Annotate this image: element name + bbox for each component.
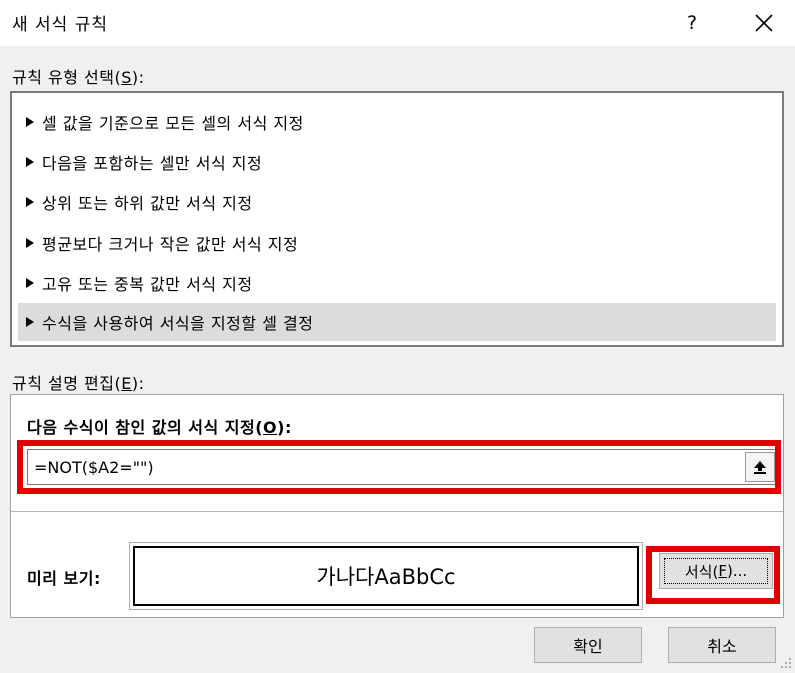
rule-type-label: 규칙 유형 선택(S): <box>12 68 145 87</box>
rule-type-item[interactable]: 다음을 포함하는 셀만 서식 지정 <box>18 143 776 181</box>
help-icon: ? <box>686 12 698 34</box>
rule-type-item[interactable]: 평균보다 크거나 작은 값만 서식 지정 <box>18 224 776 262</box>
triangle-right-icon <box>26 157 34 167</box>
triangle-right-icon <box>26 117 34 127</box>
format-button[interactable]: 서식(F)... <box>659 553 773 589</box>
focus-rect <box>664 558 768 584</box>
close-button[interactable] <box>740 4 788 42</box>
triangle-right-icon <box>26 317 34 327</box>
close-icon <box>755 14 773 32</box>
dialog-title: 새 서식 규칙 <box>12 15 109 35</box>
formula-input[interactable] <box>27 449 779 485</box>
ok-button[interactable]: 확인 <box>534 627 642 663</box>
formula-label: 다음 수식이 참인 값의 서식 지정(O): <box>27 418 292 437</box>
rule-edit-panel: 다음 수식이 참인 값의 서식 지정(O): 미리 보기: 가나다AaBbCc … <box>10 394 784 618</box>
panel-divider <box>11 511 783 512</box>
triangle-right-icon <box>26 238 34 248</box>
rule-type-list[interactable]: 셀 값을 기준으로 모든 셀의 서식 지정 다음을 포함하는 셀만 서식 지정 … <box>10 91 784 347</box>
rule-edit-label: 규칙 설명 편집(E): <box>12 374 145 393</box>
collapse-up-arrow-icon <box>754 461 766 474</box>
triangle-right-icon <box>26 197 34 207</box>
rule-type-item[interactable]: 고유 또는 중복 값만 서식 지정 <box>18 264 776 302</box>
rule-type-item-selected[interactable]: 수식을 사용하여 서식을 지정할 셀 결정 <box>18 303 776 341</box>
title-bar: 새 서식 규칙 ? <box>0 0 795 46</box>
preview-box: 가나다AaBbCc <box>133 546 639 606</box>
preview-sample-text: 가나다AaBbCc <box>316 565 456 589</box>
triangle-right-icon <box>26 278 34 288</box>
preview-label: 미리 보기: <box>27 569 101 588</box>
cancel-button[interactable]: 취소 <box>668 627 776 663</box>
rule-type-item[interactable]: 셀 값을 기준으로 모든 셀의 서식 지정 <box>18 103 776 141</box>
resize-grip-icon[interactable] <box>780 657 792 669</box>
rule-type-item[interactable]: 상위 또는 하위 값만 서식 지정 <box>18 183 776 221</box>
help-button[interactable]: ? <box>672 4 712 42</box>
collapse-dialog-button[interactable] <box>745 452 775 482</box>
